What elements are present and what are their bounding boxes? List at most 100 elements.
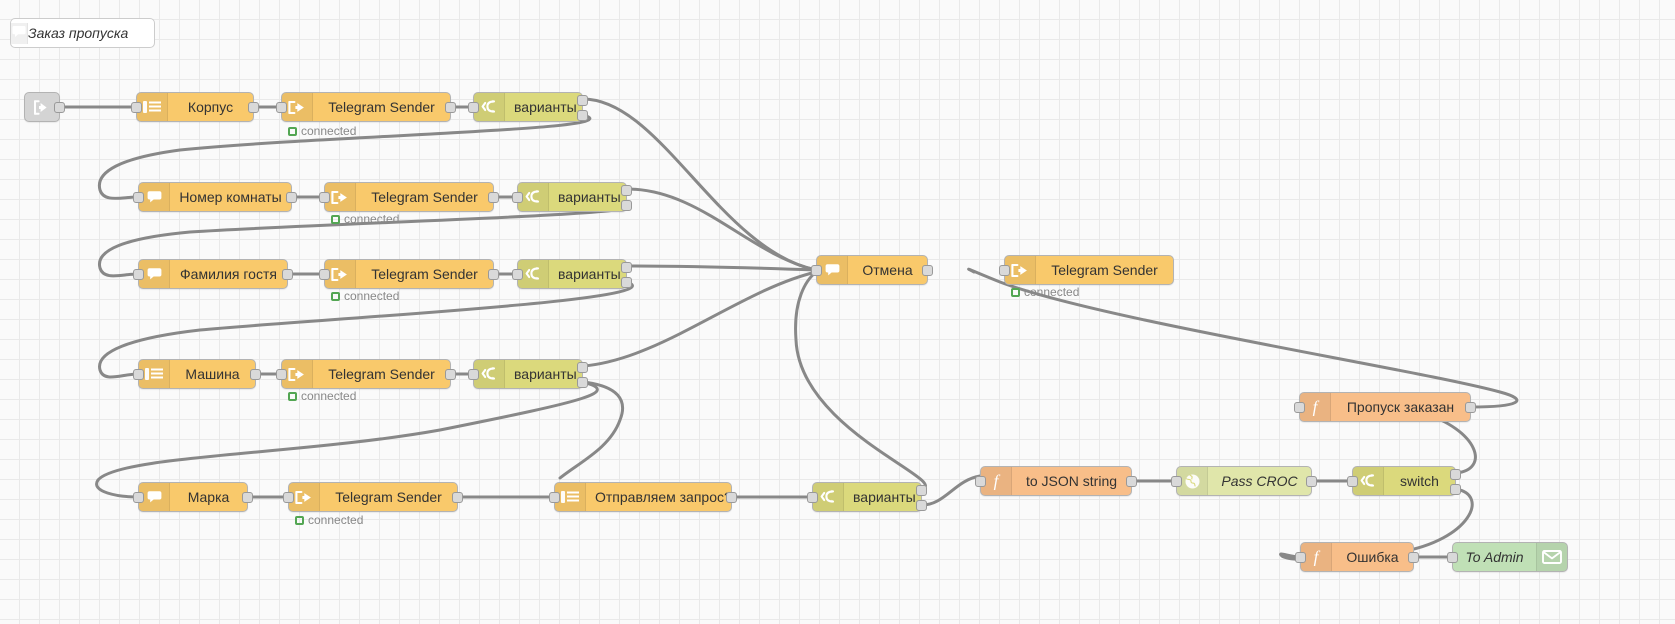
node-output-port[interactable] bbox=[1408, 552, 1419, 563]
node-input-port[interactable] bbox=[276, 369, 287, 380]
flow-node-familia[interactable]: Фамилия гостя bbox=[133, 259, 293, 289]
wire-var3-out1-to-otmena bbox=[625, 264, 818, 272]
flow-node-propusk[interactable]: f Пропуск заказан bbox=[1294, 392, 1476, 422]
node-output-port[interactable] bbox=[916, 485, 927, 496]
node-output-port[interactable] bbox=[1306, 476, 1317, 487]
node-status-badge: connected bbox=[295, 513, 363, 527]
flow-node-mashina[interactable]: Машина bbox=[133, 359, 261, 389]
flow-node-oshibka[interactable]: f Ошибка bbox=[1295, 542, 1419, 572]
node-output-port[interactable] bbox=[488, 192, 499, 203]
node-input-port[interactable] bbox=[811, 265, 822, 276]
node-output-port[interactable] bbox=[452, 492, 463, 503]
node-label: Telegram Sender bbox=[328, 99, 435, 115]
flow-node-nomer[interactable]: Номер комнаты bbox=[133, 182, 297, 212]
node-output-port[interactable] bbox=[1450, 484, 1461, 495]
node-status-badge: connected bbox=[1011, 285, 1079, 299]
node-output-port[interactable] bbox=[1465, 402, 1476, 413]
node-label: варианты bbox=[558, 189, 621, 205]
node-input-port[interactable] bbox=[1171, 476, 1182, 487]
flow-node-var2[interactable]: варианты bbox=[512, 182, 632, 212]
node-label: Telegram Sender bbox=[1051, 262, 1158, 278]
flow-node-tg2[interactable]: Telegram Sender bbox=[319, 182, 499, 212]
flow-canvas[interactable]: Заказ пропуска Корпус Telegram Sender вари… bbox=[0, 0, 1675, 624]
node-label: Корпус bbox=[187, 99, 234, 115]
node-input-port[interactable] bbox=[1447, 552, 1458, 563]
node-output-port[interactable] bbox=[621, 200, 632, 211]
flow-node-tg6[interactable]: Telegram Sender bbox=[999, 255, 1174, 285]
node-output-port[interactable] bbox=[54, 102, 65, 113]
flow-node-var5[interactable]: варианты bbox=[807, 482, 927, 512]
node-output-port[interactable] bbox=[726, 492, 737, 503]
node-input-port[interactable] bbox=[549, 492, 560, 503]
wire-var4-extra-to-otpravlyaem bbox=[558, 380, 625, 480]
node-output-port[interactable] bbox=[488, 269, 499, 280]
node-input-port[interactable] bbox=[283, 492, 294, 503]
flow-node-var1[interactable]: варианты bbox=[468, 92, 588, 122]
svg-text:f: f bbox=[1313, 398, 1320, 416]
node-output-port[interactable] bbox=[248, 102, 259, 113]
flow-node-var4[interactable]: варианты bbox=[468, 359, 588, 389]
node-input-port[interactable] bbox=[512, 192, 523, 203]
node-output-port[interactable] bbox=[445, 369, 456, 380]
node-input-port[interactable] bbox=[319, 192, 330, 203]
node-input-port[interactable] bbox=[1294, 402, 1305, 413]
node-output-port[interactable] bbox=[577, 95, 588, 106]
node-input-port[interactable] bbox=[131, 102, 142, 113]
node-label: Telegram Sender bbox=[371, 266, 478, 282]
node-output-port[interactable] bbox=[916, 500, 927, 511]
node-output-port[interactable] bbox=[1450, 469, 1461, 480]
flow-node-tg5[interactable]: Telegram Sender bbox=[283, 482, 463, 512]
flow-node-otmena[interactable]: Отмена bbox=[811, 255, 933, 285]
comment-icon bbox=[11, 22, 28, 44]
wire-var2-out1-to-otmena bbox=[625, 187, 818, 272]
node-output-port[interactable] bbox=[621, 262, 632, 273]
flow-node-tg4[interactable]: Telegram Sender bbox=[276, 359, 456, 389]
group-label[interactable]: Заказ пропуска bbox=[10, 18, 155, 48]
node-output-port[interactable] bbox=[242, 492, 253, 503]
flow-node-var3[interactable]: варианты bbox=[512, 259, 632, 289]
flow-node-otpravlyaem[interactable]: Отправляем запрос? bbox=[549, 482, 737, 512]
node-output-port[interactable] bbox=[445, 102, 456, 113]
node-input-port[interactable] bbox=[133, 492, 144, 503]
node-output-port[interactable] bbox=[577, 377, 588, 388]
flow-node-tojson[interactable]: f to JSON string bbox=[975, 466, 1137, 496]
node-input-port[interactable] bbox=[468, 102, 479, 113]
node-input-port[interactable] bbox=[807, 492, 818, 503]
node-input-port[interactable] bbox=[1347, 476, 1358, 487]
flow-node-passcroc[interactable]: Pass CROC bbox=[1171, 466, 1317, 496]
flow-node-switch[interactable]: switch bbox=[1347, 466, 1461, 496]
node-input-port[interactable] bbox=[133, 192, 144, 203]
flow-node-tg1[interactable]: Telegram Sender bbox=[276, 92, 456, 122]
flow-node-marka[interactable]: Марка bbox=[133, 482, 253, 512]
node-output-port[interactable] bbox=[621, 185, 632, 196]
node-status-badge: connected bbox=[288, 389, 356, 403]
node-status-badge: connected bbox=[331, 289, 399, 303]
node-label: To Admin bbox=[1465, 549, 1524, 565]
node-output-port[interactable] bbox=[250, 369, 261, 380]
node-input-port[interactable] bbox=[276, 102, 287, 113]
flow-node-inject[interactable] bbox=[24, 92, 65, 122]
svg-text:f: f bbox=[994, 472, 1001, 490]
node-label: Отмена bbox=[862, 262, 913, 278]
node-input-port[interactable] bbox=[999, 265, 1010, 276]
flow-node-tg3[interactable]: Telegram Sender bbox=[319, 259, 499, 289]
flow-node-toadmin[interactable]: To Admin bbox=[1447, 542, 1568, 572]
node-input-port[interactable] bbox=[133, 269, 144, 280]
node-output-port[interactable] bbox=[286, 192, 297, 203]
node-output-port[interactable] bbox=[621, 277, 632, 288]
node-input-port[interactable] bbox=[468, 369, 479, 380]
node-label: Telegram Sender bbox=[371, 189, 478, 205]
node-input-port[interactable] bbox=[975, 476, 986, 487]
wire-var5-out2-to-tojson bbox=[920, 474, 982, 507]
node-input-port[interactable] bbox=[133, 369, 144, 380]
flow-node-korpus[interactable]: Корпус bbox=[131, 92, 259, 122]
node-output-port[interactable] bbox=[577, 362, 588, 373]
node-output-port[interactable] bbox=[1126, 476, 1137, 487]
status-text: connected bbox=[344, 212, 400, 226]
node-output-port[interactable] bbox=[922, 265, 933, 276]
node-input-port[interactable] bbox=[1295, 552, 1306, 563]
node-input-port[interactable] bbox=[512, 269, 523, 280]
node-input-port[interactable] bbox=[319, 269, 330, 280]
node-output-port[interactable] bbox=[282, 269, 293, 280]
node-output-port[interactable] bbox=[577, 110, 588, 121]
